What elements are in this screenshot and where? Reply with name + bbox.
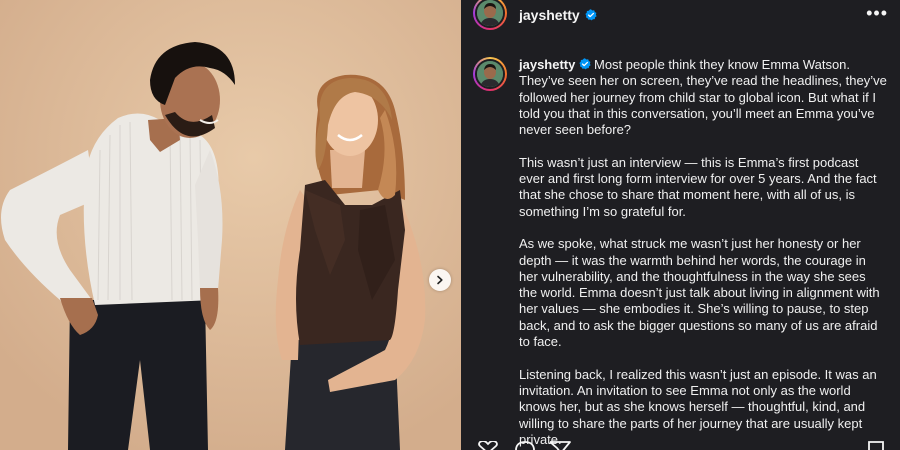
instagram-post: jayshetty ••• jayshetty Most people thin… <box>0 0 900 450</box>
avatar[interactable] <box>473 0 507 30</box>
next-image-button[interactable] <box>429 269 451 291</box>
verified-badge-icon <box>585 9 597 21</box>
post-caption: jayshetty Most people think they know Em… <box>473 57 900 450</box>
bookmark-icon[interactable] <box>867 441 885 450</box>
post-media[interactable] <box>0 0 461 450</box>
send-icon[interactable] <box>549 441 571 450</box>
avatar-portrait-icon <box>477 61 503 87</box>
post-header: jayshetty ••• <box>461 0 900 30</box>
post-photo <box>0 0 461 450</box>
caption-paragraph: Listening back, I realized this wasn’t j… <box>519 366 881 447</box>
chevron-right-icon <box>437 275 443 285</box>
more-options-icon[interactable]: ••• <box>866 4 888 22</box>
comment-icon[interactable] <box>514 441 536 450</box>
post-side-panel: jayshetty ••• jayshetty Most people thin… <box>461 0 900 450</box>
caption-username[interactable]: jayshetty <box>519 57 575 72</box>
heart-icon[interactable] <box>477 441 499 450</box>
avatar-portrait-icon <box>477 0 503 26</box>
caption-paragraph: This wasn’t just an interview — this is … <box>519 154 881 219</box>
avatar-image <box>475 59 505 89</box>
caption-intro-text: Most people think they know Emma Watson.… <box>519 57 891 138</box>
verified-badge-icon <box>579 58 591 70</box>
caption-avatar[interactable] <box>473 57 507 91</box>
caption-text: jayshetty Most people think they know Em… <box>519 57 887 450</box>
post-action-bar <box>477 441 887 450</box>
caption-first-paragraph: jayshetty Most people think they know Em… <box>519 57 887 138</box>
header-username[interactable]: jayshetty <box>519 7 580 23</box>
caption-paragraph: As we spoke, what struck me wasn’t just … <box>519 236 884 350</box>
avatar-image <box>475 0 505 28</box>
